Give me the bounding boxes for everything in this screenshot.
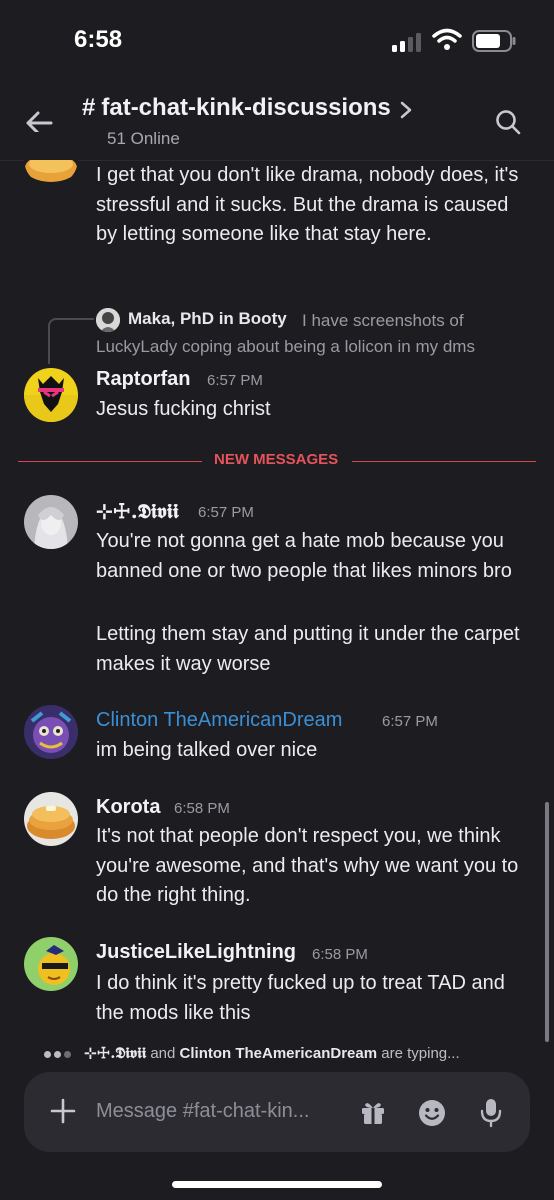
channel-hash-icon: # [82, 94, 96, 121]
reply-connector [48, 318, 94, 364]
status-bar: 6:58 [0, 0, 554, 80]
message-author[interactable]: Korota [96, 796, 160, 819]
typing-user: Clinton TheAmericanDream [179, 1045, 378, 1062]
message-text: It's not that people don't respect you, … [96, 825, 524, 906]
home-indicator[interactable] [172, 1181, 382, 1188]
message-text: I do think it's pretty fucked up to trea… [96, 972, 511, 1024]
message-author[interactable]: Raptorfan [96, 368, 190, 391]
typing-dots-icon [44, 1045, 80, 1062]
status-time: 6:58 [74, 26, 123, 53]
typing-user: ⊹☩.𝕯𝖎𝖛𝖎𝖎 [84, 1044, 147, 1062]
cellular-signal-icon [392, 33, 421, 52]
message-text: You're not gonna get a hate mob because … [96, 530, 512, 582]
avatar[interactable] [24, 705, 78, 759]
channel-name: fat-chat-kink-discussions [101, 94, 391, 121]
chevron-right-icon[interactable] [398, 100, 414, 120]
plus-icon[interactable] [50, 1098, 76, 1124]
message-timestamp: 6:58 PM [174, 800, 230, 817]
channel-title[interactable]: # fat-chat-kink-discussions [82, 94, 391, 122]
search-icon[interactable] [494, 108, 522, 136]
message-author[interactable]: JusticeLikeLightning [96, 941, 296, 964]
message-author[interactable]: ⊹☩.𝕯𝖎𝖛𝖎𝖎 [96, 499, 179, 523]
new-messages-label: NEW MESSAGES [214, 451, 339, 468]
avatar[interactable] [24, 792, 78, 846]
message-timestamp: 6:57 PM [207, 372, 263, 389]
avatar[interactable] [24, 495, 78, 549]
message-text: I get that you don't like drama, nobody … [96, 164, 524, 245]
reply-author[interactable]: Maka, PhD in Booty [128, 309, 287, 329]
new-messages-divider-right [352, 461, 536, 462]
avatar[interactable] [24, 937, 78, 991]
emoji-icon[interactable] [418, 1099, 446, 1127]
typing-indicator: ⊹☩.𝕯𝖎𝖛𝖎𝖎 and Clinton TheAmericanDream ar… [44, 1044, 460, 1062]
message-composer: Message #fat-chat-kin... [24, 1072, 530, 1152]
message-text: im being talked over nice [96, 739, 318, 761]
typing-suffix: are typing... [381, 1045, 460, 1062]
message-timestamp: 6:58 PM [312, 946, 368, 963]
avatar[interactable] [24, 368, 78, 422]
message-timestamp: 6:57 PM [198, 504, 254, 521]
online-count: 51 Online [107, 129, 180, 148]
message-input[interactable]: Message #fat-chat-kin... [96, 1100, 309, 1123]
new-messages-divider-left [18, 461, 202, 462]
message-text: Letting them stay and putting it under t… [96, 623, 526, 675]
gift-icon[interactable] [360, 1099, 386, 1125]
battery-icon [472, 30, 516, 52]
typing-conj: and [150, 1045, 176, 1062]
scrollbar[interactable] [545, 802, 549, 1042]
message-author[interactable]: Clinton TheAmericanDream [96, 709, 342, 732]
message-timestamp: 6:57 PM [382, 713, 438, 730]
mic-icon[interactable] [480, 1098, 502, 1128]
message-text: Jesus fucking christ [96, 398, 271, 420]
wifi-icon [432, 28, 462, 50]
